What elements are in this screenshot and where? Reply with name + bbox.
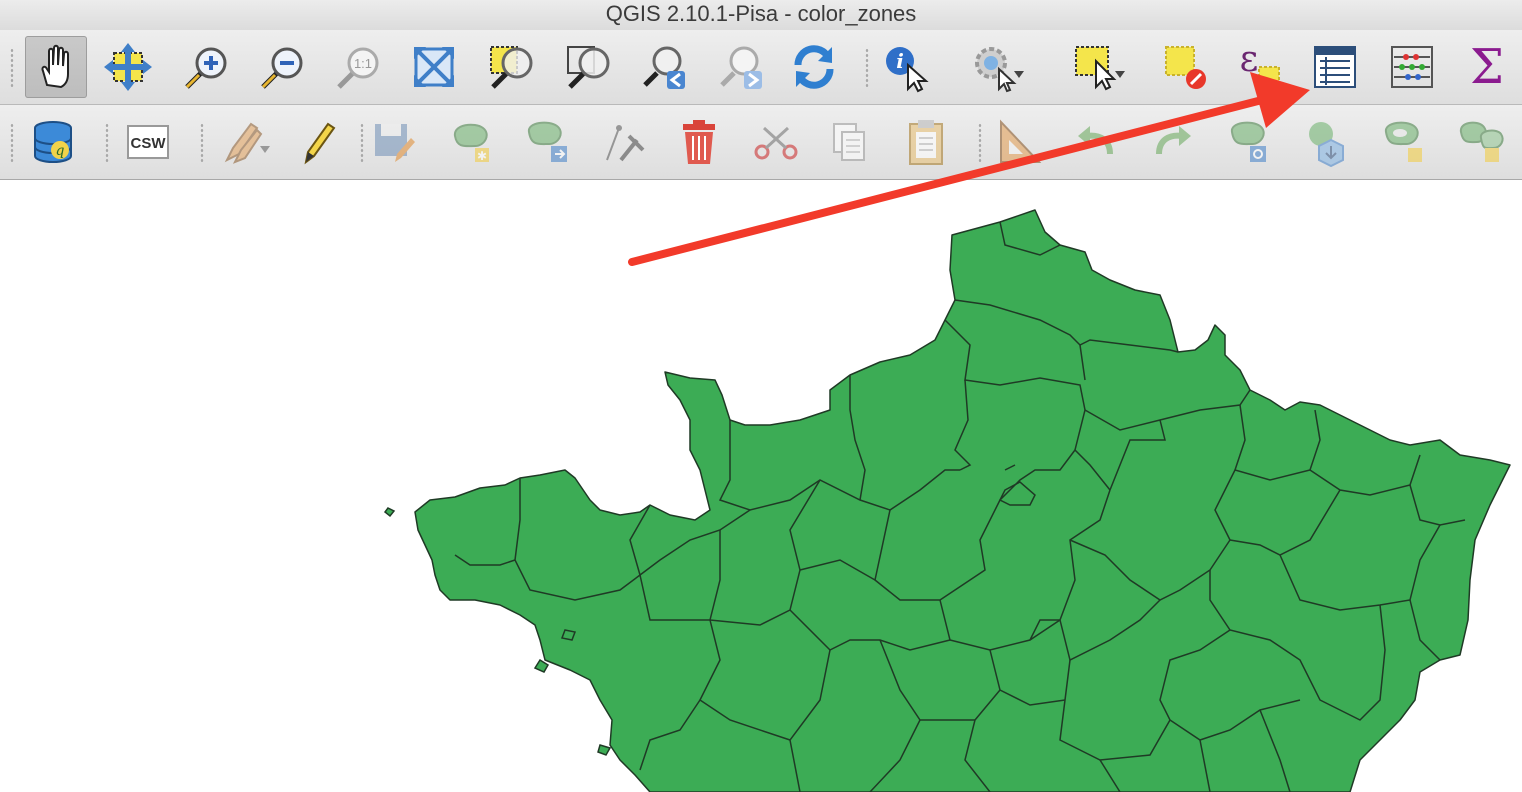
zoom-last-icon[interactable]	[634, 36, 696, 98]
map-island	[560, 629, 577, 641]
select-features-icon[interactable]	[1065, 36, 1127, 98]
undo-icon[interactable]	[1065, 111, 1127, 173]
zoom-to-layer-icon[interactable]	[557, 36, 619, 98]
cut-features-icon[interactable]	[745, 111, 807, 173]
chevron-down-icon[interactable]	[260, 146, 270, 153]
svg-text:✱: ✱	[477, 149, 487, 163]
chevron-down-icon[interactable]	[1014, 71, 1024, 78]
add-ring-icon[interactable]	[1373, 111, 1435, 173]
toolbar-grip[interactable]	[105, 123, 109, 163]
db-manager-icon[interactable]: q	[22, 111, 84, 173]
zoom-full-icon[interactable]	[403, 36, 465, 98]
zoom-next-icon[interactable]	[711, 36, 773, 98]
select-by-expression-icon[interactable]: ε	[1228, 36, 1290, 98]
pan-hand-icon[interactable]	[25, 36, 87, 98]
toolbar-grip[interactable]	[10, 123, 14, 163]
map-navigation-toolbar: 1:1 i ε Σ	[0, 30, 1522, 105]
node-tool-icon[interactable]	[594, 111, 656, 173]
digitizing-toolbar: q CSW ✱	[0, 105, 1522, 180]
pan-to-selection-icon[interactable]	[97, 36, 159, 98]
deselect-all-icon[interactable]	[1153, 36, 1215, 98]
map-canvas[interactable]	[0, 180, 1522, 792]
svg-text:i: i	[896, 49, 904, 73]
measure-icon[interactable]	[988, 111, 1050, 173]
toolbar-grip[interactable]	[865, 48, 869, 88]
open-attribute-table-icon[interactable]	[1304, 36, 1366, 98]
paste-features-icon[interactable]	[895, 111, 957, 173]
zoom-to-selection-icon[interactable]	[480, 36, 542, 98]
add-part-icon[interactable]	[1450, 111, 1512, 173]
current-edits-icon[interactable]	[210, 111, 272, 173]
sigma-symbol: Σ	[1470, 41, 1504, 93]
toolbar-grip[interactable]	[200, 123, 204, 163]
toggle-editing-icon[interactable]	[287, 111, 349, 173]
svg-text:q: q	[56, 143, 65, 159]
copy-features-icon[interactable]	[817, 111, 879, 173]
statistical-summary-icon[interactable]: Σ	[1456, 36, 1518, 98]
field-calculator-icon[interactable]	[1381, 36, 1443, 98]
run-feature-action-icon[interactable]	[964, 36, 1026, 98]
toolbar-grip[interactable]	[978, 123, 982, 163]
toolbar-grip[interactable]	[10, 48, 14, 88]
window-title-bar: QGIS 2.10.1-Pisa - color_zones	[0, 0, 1522, 30]
map-region-outline	[414, 209, 1511, 792]
save-layer-edits-icon[interactable]	[362, 111, 424, 173]
map-island	[383, 507, 396, 518]
zoom-out-icon[interactable]	[250, 36, 312, 98]
epsilon-symbol: ε	[1240, 41, 1259, 80]
map-layer-color-zones[interactable]	[0, 180, 1522, 792]
zoom-native-label: 1:1	[354, 56, 372, 71]
redo-icon[interactable]	[1142, 111, 1204, 173]
csw-icon[interactable]: CSW	[117, 111, 179, 173]
move-feature-icon[interactable]	[516, 111, 578, 173]
add-feature-icon[interactable]: ✱	[440, 111, 502, 173]
refresh-icon[interactable]	[783, 36, 845, 98]
chevron-down-icon[interactable]	[1115, 71, 1125, 78]
simplify-feature-icon[interactable]	[1296, 111, 1358, 173]
map-island	[533, 658, 550, 673]
rotate-feature-icon[interactable]	[1219, 111, 1281, 173]
zoom-in-icon[interactable]	[174, 36, 236, 98]
delete-selected-icon[interactable]	[668, 111, 730, 173]
zoom-native-icon[interactable]: 1:1	[326, 36, 388, 98]
window-title: QGIS 2.10.1-Pisa - color_zones	[605, 1, 917, 26]
csw-label: CSW	[131, 135, 167, 152]
identify-features-icon[interactable]: i	[875, 36, 937, 98]
map-island	[597, 744, 612, 756]
